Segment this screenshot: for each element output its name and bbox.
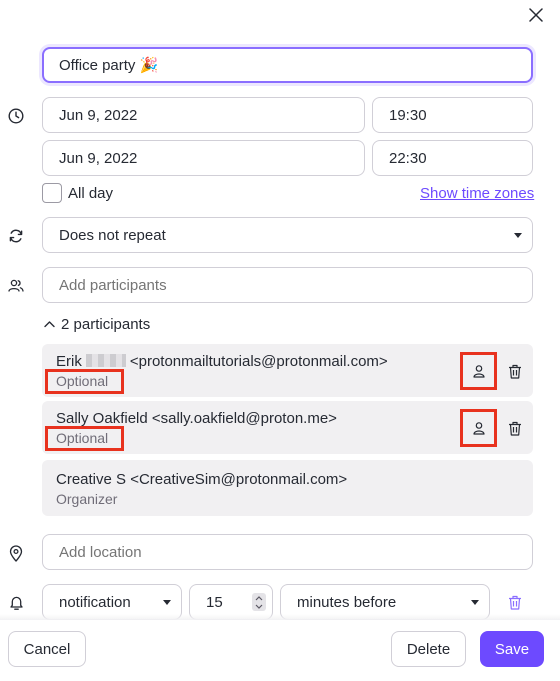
organizer-name: Creative S <CreativeSim@protonmail.com> <box>56 471 348 488</box>
end-date-input[interactable]: Jun 9, 2022 <box>42 140 365 176</box>
end-time-value: 22:30 <box>389 149 427 167</box>
organizer-role: Organizer <box>56 491 118 507</box>
chevron-down-icon <box>471 600 479 605</box>
end-time-input[interactable]: 22:30 <box>372 140 533 176</box>
repeat-select[interactable]: Does not repeat <box>42 217 533 253</box>
stepper-arrows-icon[interactable] <box>252 593 266 611</box>
repeat-value: Does not repeat <box>59 226 166 244</box>
delete-button[interactable]: Delete <box>391 631 466 667</box>
chevron-down-icon <box>163 600 171 605</box>
participants-input-field[interactable] <box>59 276 532 294</box>
show-time-zones-link[interactable]: Show time zones <box>420 185 534 202</box>
highlight-box <box>460 409 497 447</box>
trash-icon[interactable] <box>506 362 524 380</box>
chevron-up-icon <box>44 321 55 328</box>
trash-icon[interactable] <box>506 593 524 611</box>
start-time-value: 19:30 <box>389 106 427 124</box>
participant-first-name: Erik <box>56 353 82 370</box>
participants-icon <box>6 276 26 296</box>
highlight-box <box>45 426 124 451</box>
repeat-icon <box>6 226 26 246</box>
clock-icon <box>6 106 26 126</box>
notification-unit-value: minutes before <box>297 593 397 611</box>
all-day-label: All day <box>68 185 114 202</box>
participant-email: <protonmailtutorials@protonmail.com> <box>129 353 388 370</box>
event-title-value: Office party 🎉 <box>59 57 159 74</box>
organizer-row: Creative S <CreativeSim@protonmail.com> … <box>42 460 533 516</box>
event-title-input[interactable]: Office party 🎉 <box>42 47 533 83</box>
highlight-box <box>460 352 497 390</box>
notification-amount-value: 15 <box>206 593 223 611</box>
participant-name: Sally Oakfield <sally.oakfield@proton.me… <box>56 410 337 427</box>
start-date-input[interactable]: Jun 9, 2022 <box>42 97 365 133</box>
trash-icon[interactable] <box>506 419 524 437</box>
bell-icon <box>6 593 26 613</box>
location-input[interactable] <box>42 534 533 570</box>
end-date-value: Jun 9, 2022 <box>59 149 138 167</box>
start-time-input[interactable]: 19:30 <box>372 97 533 133</box>
save-button[interactable]: Save <box>480 631 544 667</box>
participants-input[interactable] <box>42 267 533 303</box>
close-icon[interactable] <box>526 5 546 25</box>
start-date-value: Jun 9, 2022 <box>59 106 138 124</box>
location-input-field[interactable] <box>59 543 532 561</box>
all-day-checkbox[interactable] <box>42 183 62 203</box>
cancel-button[interactable]: Cancel <box>8 631 86 667</box>
redacted-surname <box>85 354 126 367</box>
notification-type-value: notification <box>59 593 131 611</box>
chevron-down-icon <box>514 233 522 238</box>
participants-count-label: 2 participants <box>61 315 151 333</box>
participants-toggle[interactable]: 2 participants <box>44 314 150 334</box>
location-icon <box>6 543 26 563</box>
highlight-box <box>45 369 124 394</box>
participant-name: Erik <protonmailtutorials@protonmail.com> <box>56 353 388 370</box>
